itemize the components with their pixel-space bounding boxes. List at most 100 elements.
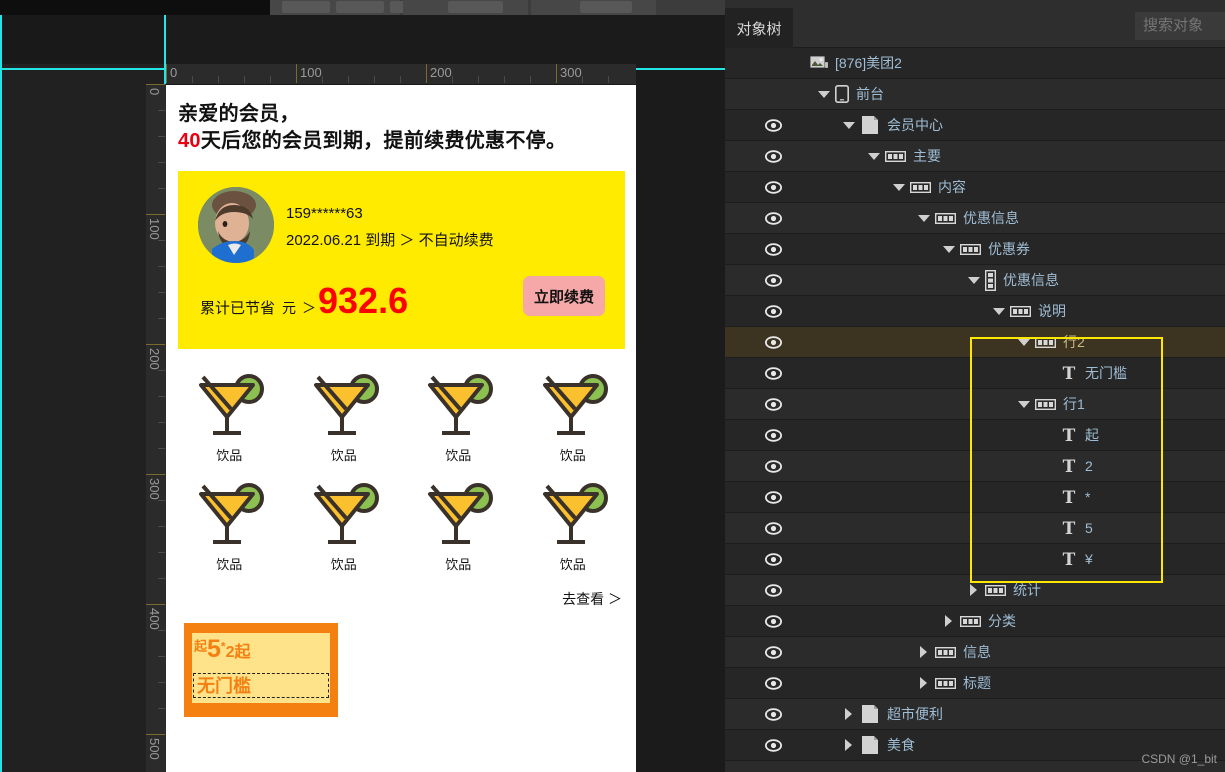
tree-row[interactable]: T5 [725,513,1225,544]
search-input[interactable] [1135,12,1225,40]
eye-icon[interactable] [765,180,782,195]
eye-icon[interactable] [765,490,782,505]
eye-icon[interactable] [765,552,782,567]
grid-item[interactable]: 饮品 [516,371,631,464]
chevron-down-icon[interactable] [818,88,830,100]
tree-row[interactable]: 主要 [725,141,1225,172]
coupon-card[interactable]: 起5*2起 无门槛 [184,623,338,717]
coupon-price-suffix: 起 [234,644,251,661]
chevron-down-icon[interactable] [943,243,955,255]
phone-preview-canvas[interactable]: 亲爱的会员， 40天后您的会员到期，提前续费优惠不停。 159******63 … [166,85,636,772]
tree-row[interactable]: 标题 [725,668,1225,699]
tree-row[interactable]: 前台 [725,79,1225,110]
eye-icon[interactable] [765,304,782,319]
ruler-h-label-300: 300 [560,65,582,80]
grid-item[interactable]: 饮品 [172,480,287,573]
toolbar-button-4[interactable] [448,1,503,13]
chevron-down-icon[interactable] [968,274,980,286]
eye-icon[interactable] [765,738,782,753]
tree-row[interactable]: 优惠券 [725,234,1225,265]
tree-row[interactable]: 说明 [725,296,1225,327]
tree-row[interactable]: 行2 [725,327,1225,358]
eye-icon[interactable] [765,366,782,381]
eye-icon[interactable] [765,583,782,598]
tree-row[interactable]: 会员中心 [725,110,1225,141]
toolbar-button-1[interactable] [282,1,330,13]
tree-row[interactable]: 内容 [725,172,1225,203]
eye-icon[interactable] [765,645,782,660]
eye-icon[interactable] [765,521,782,536]
grid-item[interactable]: 饮品 [401,371,516,464]
caret-spacer [1043,367,1055,379]
eye-icon[interactable] [765,211,782,226]
eye-icon[interactable] [765,242,782,257]
eye-icon[interactable] [765,459,782,474]
chevron-down-icon[interactable] [868,150,880,162]
tree-row[interactable]: T起 [725,420,1225,451]
tree-row[interactable]: 统计 [725,575,1225,606]
chevron-down-icon[interactable] [843,119,855,131]
chevron-right-icon[interactable] [918,646,930,658]
eye-icon[interactable] [765,614,782,629]
ruler-v-minor [158,110,165,111]
cocktail-icon [313,374,379,435]
tree-row-label: 信息 [963,644,991,660]
grid-item-label: 饮品 [559,448,586,463]
caret-spacer [1043,553,1055,565]
ruler-v-minor [158,630,165,631]
eye-icon[interactable] [765,335,782,350]
tree-row[interactable]: 信息 [725,637,1225,668]
eye-icon[interactable] [765,707,782,722]
eye-icon[interactable] [765,428,782,443]
tree-row[interactable]: 分类 [725,606,1225,637]
tree-row[interactable]: T * [725,482,1225,513]
eye-icon[interactable] [765,149,782,164]
cocktail-icon [542,483,608,544]
group-icon [960,615,981,627]
chevron-down-icon[interactable] [893,181,905,193]
eye-icon[interactable] [765,118,782,133]
tree-row[interactable]: 优惠信息 [725,265,1225,296]
tree-row[interactable]: 行1 [725,389,1225,420]
toolbar-button-5[interactable] [580,1,632,13]
ruler-v-major-100 [146,214,165,215]
member-expire: 2022.06.21 到期 ＞ 不自动续费 [286,232,494,249]
tree-row[interactable]: 超市便利 [725,699,1225,730]
eye-icon[interactable] [765,273,782,288]
cocktail-icon [428,374,494,435]
ruler-v-minor [158,292,165,293]
group-icon [960,243,981,255]
chevron-down-icon[interactable] [1018,336,1030,348]
tree-row[interactable]: T ¥ [725,544,1225,575]
cocktail-icon [542,374,608,435]
tab-object-tree[interactable]: 对象树 [725,8,793,48]
tree-row[interactable]: T 无门槛 [725,358,1225,389]
tree-row-label: 内容 [938,179,966,195]
go-view-link[interactable]: 去查看 ＞ [166,573,636,609]
tree-row[interactable]: [876]美团2 [725,48,1225,79]
ruler-horizontal[interactable]: 0 100 200 300 [166,64,636,84]
tree-row[interactable]: 优惠信息 [725,203,1225,234]
chevron-right-icon[interactable] [943,615,955,627]
renew-button[interactable]: 立即续费 [523,276,605,316]
ruler-v-minor [158,266,165,267]
chevron-down-icon[interactable] [1018,398,1030,410]
chevron-down-icon[interactable] [918,212,930,224]
chevron-right-icon[interactable] [918,677,930,689]
chevron-down-icon[interactable] [993,305,1005,317]
eye-icon[interactable] [765,676,782,691]
grid-item[interactable]: 饮品 [287,480,402,573]
eye-icon[interactable] [765,397,782,412]
grid-item[interactable]: 饮品 [287,371,402,464]
phone-icon [835,85,849,103]
grid-item[interactable]: 饮品 [172,371,287,464]
drinks-grid: 饮品 饮品 饮品 饮品 饮品 饮品 饮品 饮品 [166,371,636,573]
grid-item[interactable]: 饮品 [516,480,631,573]
ruler-vertical[interactable]: 0 100 200 300 400 500 [146,84,166,772]
grid-item[interactable]: 饮品 [401,480,516,573]
tree-row[interactable]: T2 [725,451,1225,482]
chevron-right-icon[interactable] [843,708,855,720]
toolbar-button-2[interactable] [336,1,384,13]
chevron-right-icon[interactable] [843,739,855,751]
chevron-right-icon[interactable] [968,584,980,596]
